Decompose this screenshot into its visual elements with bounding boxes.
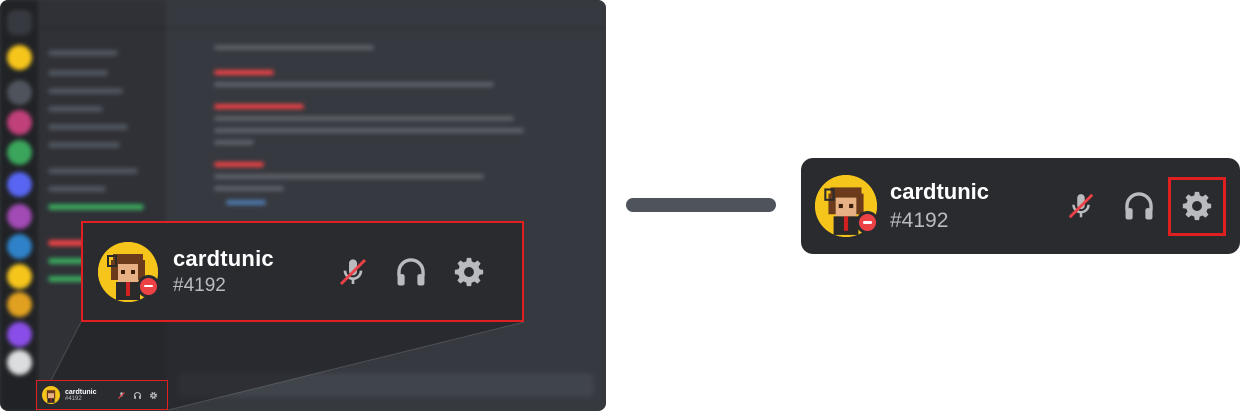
status-dnd-badge	[137, 274, 160, 298]
user-tag: #4192	[173, 275, 226, 296]
user-controls	[1052, 176, 1226, 236]
user-names: cardtunic #4192	[173, 246, 274, 297]
user-controls	[324, 243, 498, 301]
discord-window: cardtunic #4192	[0, 0, 606, 411]
user-controls	[113, 387, 161, 403]
settings-button[interactable]	[1168, 176, 1226, 236]
mic-off-icon	[117, 391, 125, 399]
user-panel-zoomed: cardtunic #4192	[81, 221, 524, 322]
deafen-button[interactable]	[1110, 177, 1168, 235]
mic-off-icon	[339, 258, 367, 285]
gear-icon	[1182, 191, 1212, 221]
headphones-icon	[133, 391, 141, 399]
user-panel-highlighted: cardtunic #4192	[801, 158, 1240, 254]
avatar[interactable]	[98, 241, 160, 302]
user-names: cardtunic #4192	[890, 179, 989, 233]
username: cardtunic	[65, 388, 97, 396]
user-tag: #4192	[65, 395, 82, 402]
user-panel-small: cardtunic #4192	[36, 380, 168, 410]
gear-icon	[454, 257, 484, 286]
mic-off-icon	[1068, 193, 1094, 219]
username: cardtunic	[890, 179, 990, 204]
connector-bar	[626, 198, 776, 212]
avatar-image	[46, 390, 56, 403]
headphones-icon	[1125, 192, 1153, 220]
settings-button[interactable]	[145, 387, 161, 403]
settings-button[interactable]	[440, 243, 498, 301]
user-tag: #4192	[890, 209, 949, 232]
deafen-button[interactable]	[382, 243, 440, 301]
mute-button[interactable]	[1052, 177, 1110, 235]
avatar[interactable]	[815, 175, 879, 237]
mute-button[interactable]	[113, 387, 129, 403]
avatar[interactable]	[42, 386, 60, 404]
zoom-projection	[35, 321, 525, 411]
status-dnd-badge	[856, 211, 879, 234]
deafen-button[interactable]	[129, 387, 145, 403]
username: cardtunic	[173, 246, 274, 271]
gear-icon	[149, 391, 157, 399]
mute-button[interactable]	[324, 243, 382, 301]
user-names: cardtunic #4192	[65, 389, 97, 402]
headphones-icon	[397, 257, 425, 285]
